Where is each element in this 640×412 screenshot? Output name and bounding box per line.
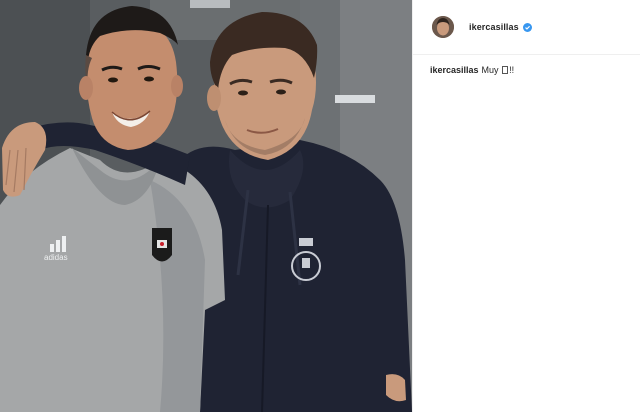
avatar[interactable] xyxy=(432,16,454,38)
username-link[interactable]: ikercasillas xyxy=(469,22,519,32)
post-header: ikercasillas xyxy=(413,0,640,55)
caption-text-after: !! xyxy=(509,65,515,75)
jersey-brand-text: adidas xyxy=(44,253,68,262)
instagram-post: adidas ikercasillas ikercasillas Muy !! xyxy=(0,0,640,412)
post-side-panel: ikercasillas ikercasillas Muy !! xyxy=(412,0,640,412)
verified-badge-icon xyxy=(522,22,532,32)
post-photo[interactable]: adidas xyxy=(0,0,412,412)
box-emoji-glyph-icon xyxy=(502,66,509,74)
post-caption: ikercasillas Muy !! xyxy=(413,55,640,76)
caption-text-before: Muy xyxy=(481,65,499,75)
photo-illustration: adidas xyxy=(0,0,412,412)
avatar-image xyxy=(432,16,454,38)
caption-username[interactable]: ikercasillas xyxy=(430,65,479,75)
